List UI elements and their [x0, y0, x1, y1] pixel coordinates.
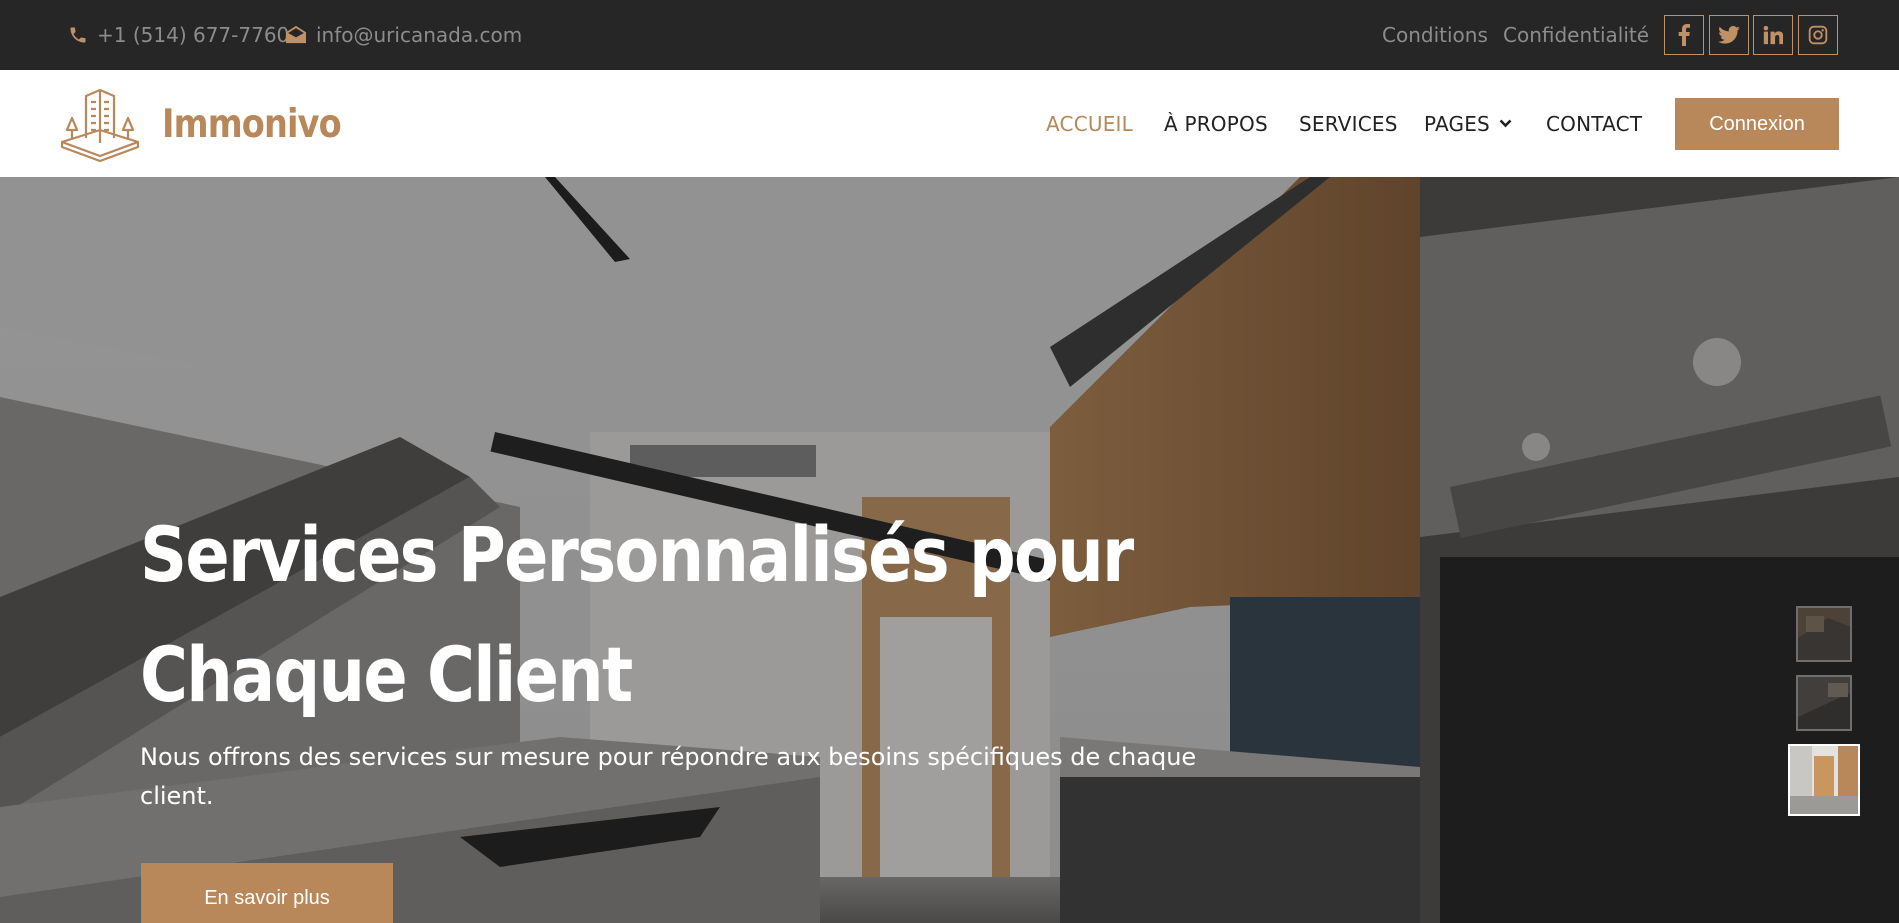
phone-contact[interactable]: +1 (514) 677-7760	[68, 0, 289, 70]
instagram-icon	[1808, 25, 1828, 45]
slide-thumbnail-1[interactable]	[1796, 606, 1852, 662]
email-address: info@uricanada.com	[316, 23, 523, 47]
hero-title-line-1: Services Personnalisés pour	[140, 510, 1134, 599]
facebook-button[interactable]	[1664, 15, 1704, 55]
nav-item-pages-label: PAGES	[1424, 111, 1490, 136]
hero-slider: Services Personnalisés pour Chaque Clien…	[0, 177, 1899, 923]
twitter-icon	[1718, 26, 1740, 44]
privacy-link[interactable]: Confidentialité	[1503, 0, 1649, 70]
twitter-button[interactable]	[1709, 15, 1749, 55]
slide-thumbnail-3-image	[1790, 746, 1858, 814]
top-bar: +1 (514) 677-7760 info@uricanada.com Con…	[0, 0, 1899, 70]
slide-thumbnail-3[interactable]	[1788, 744, 1860, 816]
nav-item-accueil[interactable]: ACCUEIL	[1046, 70, 1133, 177]
hero-subtitle: Nous offrons des services sur mesure pou…	[140, 743, 1197, 810]
linkedin-icon	[1763, 25, 1783, 45]
hero-title: Services Personnalisés pour Chaque Clien…	[140, 495, 1172, 735]
email-contact[interactable]: info@uricanada.com	[285, 0, 522, 70]
conditions-link[interactable]: Conditions	[1382, 0, 1488, 70]
main-navbar: Immonivo ACCUEIL À PROPOS SERVICES PAGES…	[0, 70, 1899, 177]
envelope-icon	[286, 25, 306, 44]
login-button[interactable]: Connexion	[1675, 98, 1839, 150]
nav-item-services[interactable]: SERVICES	[1299, 70, 1398, 177]
building-logo-icon	[60, 88, 140, 162]
facebook-icon	[1678, 24, 1690, 46]
nav-item-pages[interactable]: PAGES	[1424, 70, 1512, 177]
learn-more-button[interactable]: En savoir plus	[141, 863, 393, 923]
phone-number: +1 (514) 677-7760	[97, 23, 290, 47]
slide-thumbnail-1-image	[1798, 608, 1850, 660]
nav-item-a-propos[interactable]: À PROPOS	[1164, 70, 1268, 177]
chevron-down-icon	[1499, 119, 1512, 128]
hero-title-line-2: Chaque Client	[140, 630, 633, 719]
linkedin-button[interactable]	[1753, 15, 1793, 55]
nav-item-contact[interactable]: CONTACT	[1546, 70, 1642, 177]
brand-logo[interactable]: Immonivo	[58, 86, 370, 162]
phone-icon	[70, 27, 86, 43]
instagram-button[interactable]	[1798, 15, 1838, 55]
slide-thumbnail-2-image	[1798, 677, 1850, 729]
brand-name: Immonivo	[162, 101, 342, 147]
slide-thumbnail-2[interactable]	[1796, 675, 1852, 731]
